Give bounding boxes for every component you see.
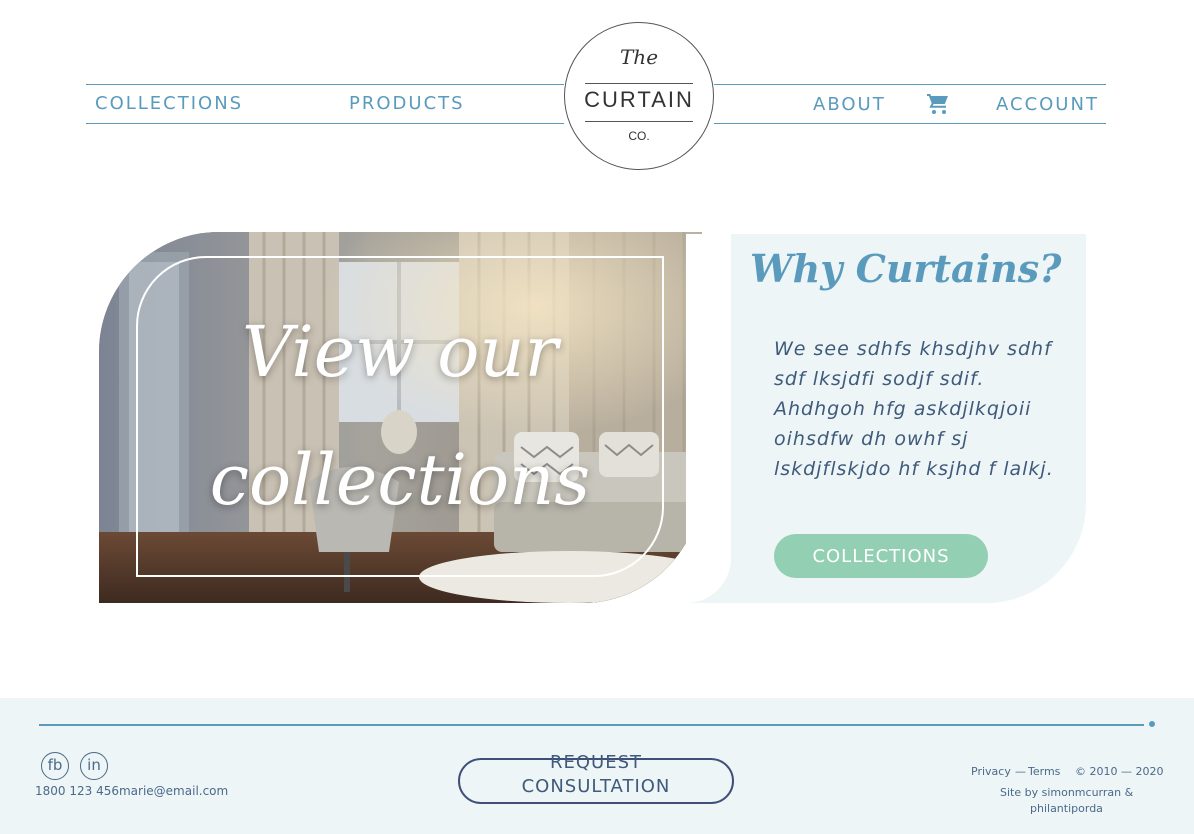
terms-link[interactable]: Terms xyxy=(1028,765,1060,778)
privacy-link[interactable]: Privacy xyxy=(971,765,1011,778)
phone-number: 1800 123 456 xyxy=(35,784,119,798)
hero-title-line2: collections xyxy=(209,439,591,521)
brand-logo[interactable]: The CURTAIN CO. xyxy=(564,22,714,170)
consult-line2: CONSULTATION xyxy=(521,776,671,797)
hero-collections-card[interactable]: View our collections xyxy=(99,232,702,603)
nav-bottom-rule-left xyxy=(86,123,564,124)
why-curtains-body: We see sdhfs khsdjhv sdhf sdf lksjdfi so… xyxy=(774,338,1054,480)
email-address[interactable]: marie@email.com xyxy=(119,784,228,798)
nav-top-rule-right xyxy=(714,84,1106,85)
card-notch xyxy=(686,234,731,603)
collections-button[interactable]: COLLECTIONS xyxy=(774,534,988,578)
copyright-text: © 2010 — 2020 xyxy=(1075,765,1164,778)
linkedin-icon[interactable]: in xyxy=(80,752,108,780)
privacy-terms-separator: — xyxy=(1015,765,1026,778)
footer-rule xyxy=(39,724,1144,726)
nav-products-link[interactable]: PRODUCTS xyxy=(349,92,465,116)
footer-rule-dot xyxy=(1149,721,1155,727)
logo-suffix-text: CO. xyxy=(628,129,650,143)
cart-icon[interactable] xyxy=(926,92,950,116)
hero-title[interactable]: View our collections xyxy=(136,288,664,544)
hero-title-line1: View our xyxy=(242,311,558,393)
why-curtains-heading: Why Curtains? xyxy=(750,246,1062,291)
credit-line1: Site by simonmcurran & xyxy=(1000,786,1134,799)
nav-bottom-rule-right xyxy=(714,123,1106,124)
logo-rule-bottom xyxy=(585,121,693,122)
facebook-icon[interactable]: fb xyxy=(41,752,69,780)
logo-rule-top xyxy=(585,83,693,84)
nav-account-link[interactable]: ACCOUNT xyxy=(996,93,1099,117)
nav-top-rule-left xyxy=(86,84,564,85)
logo-the-text: The xyxy=(619,45,659,69)
why-curtains-card: Why Curtains? We see sdhfs khsdjhv sdhf … xyxy=(686,234,1086,603)
nav-about-link[interactable]: ABOUT xyxy=(813,93,886,117)
credit-line2: philantiporda xyxy=(1030,802,1103,815)
contact-info: 1800 123 456marie@email.com xyxy=(35,784,228,798)
consult-line1: REQUEST xyxy=(549,752,643,773)
logo-name-text: CURTAIN xyxy=(584,87,694,112)
request-consultation-button[interactable]: REQUEST CONSULTATION xyxy=(458,752,734,804)
nav-collections-link[interactable]: COLLECTIONS xyxy=(95,92,243,116)
site-footer: fb in 1800 123 456marie@email.com REQUES… xyxy=(0,698,1194,834)
